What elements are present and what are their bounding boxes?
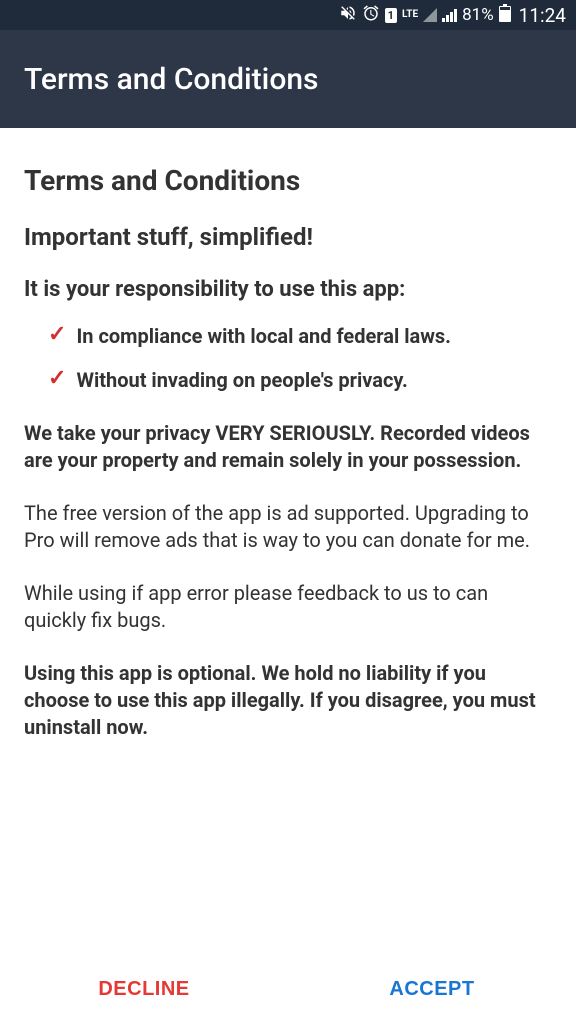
clock-time: 11:24	[519, 4, 566, 27]
terms-content: Terms and Conditions Important stuff, si…	[0, 128, 576, 741]
responsibility-list: ✓ In compliance with local and federal l…	[24, 324, 552, 392]
page-title: Terms and Conditions	[24, 164, 552, 197]
list-item-text: In compliance with local and federal law…	[76, 324, 451, 348]
responsibility-heading: It is your responsibility to use this ap…	[24, 277, 552, 302]
list-item: ✓ Without invading on people's privacy.	[48, 368, 552, 392]
button-bar: DECLINE ACCEPT	[0, 954, 576, 1024]
list-item: ✓ In compliance with local and federal l…	[48, 324, 552, 348]
mute-icon	[339, 4, 357, 27]
alarm-icon	[362, 4, 380, 27]
sim-icon: 1	[385, 8, 397, 23]
checkmark-icon: ✓	[48, 368, 66, 390]
decline-button[interactable]: DECLINE	[0, 954, 288, 1024]
signal-bars-icon	[442, 8, 457, 22]
accept-button[interactable]: ACCEPT	[288, 954, 576, 1024]
battery-percent: 81%	[462, 5, 494, 25]
list-item-text: Without invading on people's privacy.	[76, 368, 407, 392]
liability-statement: Using this app is optional. We hold no l…	[24, 660, 552, 741]
signal-triangle-icon	[423, 8, 437, 22]
privacy-statement: We take your privacy VERY SERIOUSLY. Rec…	[24, 420, 552, 474]
checkmark-icon: ✓	[48, 324, 66, 346]
app-bar-title: Terms and Conditions	[24, 62, 318, 97]
app-bar: Terms and Conditions	[0, 30, 576, 128]
subtitle: Important stuff, simplified!	[24, 223, 552, 251]
battery-icon	[499, 4, 511, 27]
free-version-note: The free version of the app is ad suppor…	[24, 500, 552, 554]
lte-label: LTE	[402, 10, 418, 20]
status-bar: 1 LTE 81% 11:24	[0, 0, 576, 30]
feedback-note: While using if app error please feedback…	[24, 580, 552, 634]
